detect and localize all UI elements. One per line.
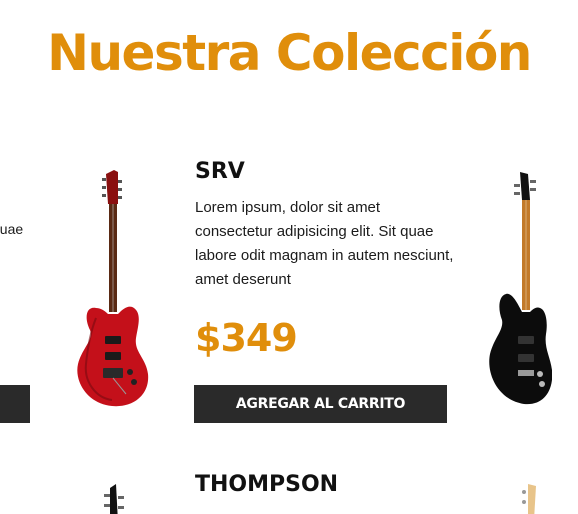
red-electric-guitar-icon [77, 170, 149, 407]
second-row-product-name: THOMPSON [195, 472, 339, 497]
prev-product-description: quae [0, 221, 24, 237]
product-image [72, 168, 154, 412]
natural-guitar-headstock-icon [522, 484, 536, 514]
collection-page: Nuestra Colección quae [0, 0, 578, 514]
black-electric-guitar-icon [489, 172, 553, 405]
add-to-cart-button[interactable]: AGREGAR AL CARRITO [194, 385, 447, 423]
section-title: Nuestra Colección [47, 24, 532, 82]
product-price: $349 [195, 316, 298, 360]
product-description: Lorem ipsum, dolor sit amet consectetur … [195, 199, 454, 288]
product-name: SRV [195, 159, 245, 184]
black-guitar-headstock-icon [104, 484, 124, 514]
prev-add-to-cart-button[interactable] [0, 385, 30, 423]
second-row-next-product-image [514, 480, 544, 514]
next-product-image [486, 170, 553, 410]
second-row-product-image [98, 482, 128, 514]
